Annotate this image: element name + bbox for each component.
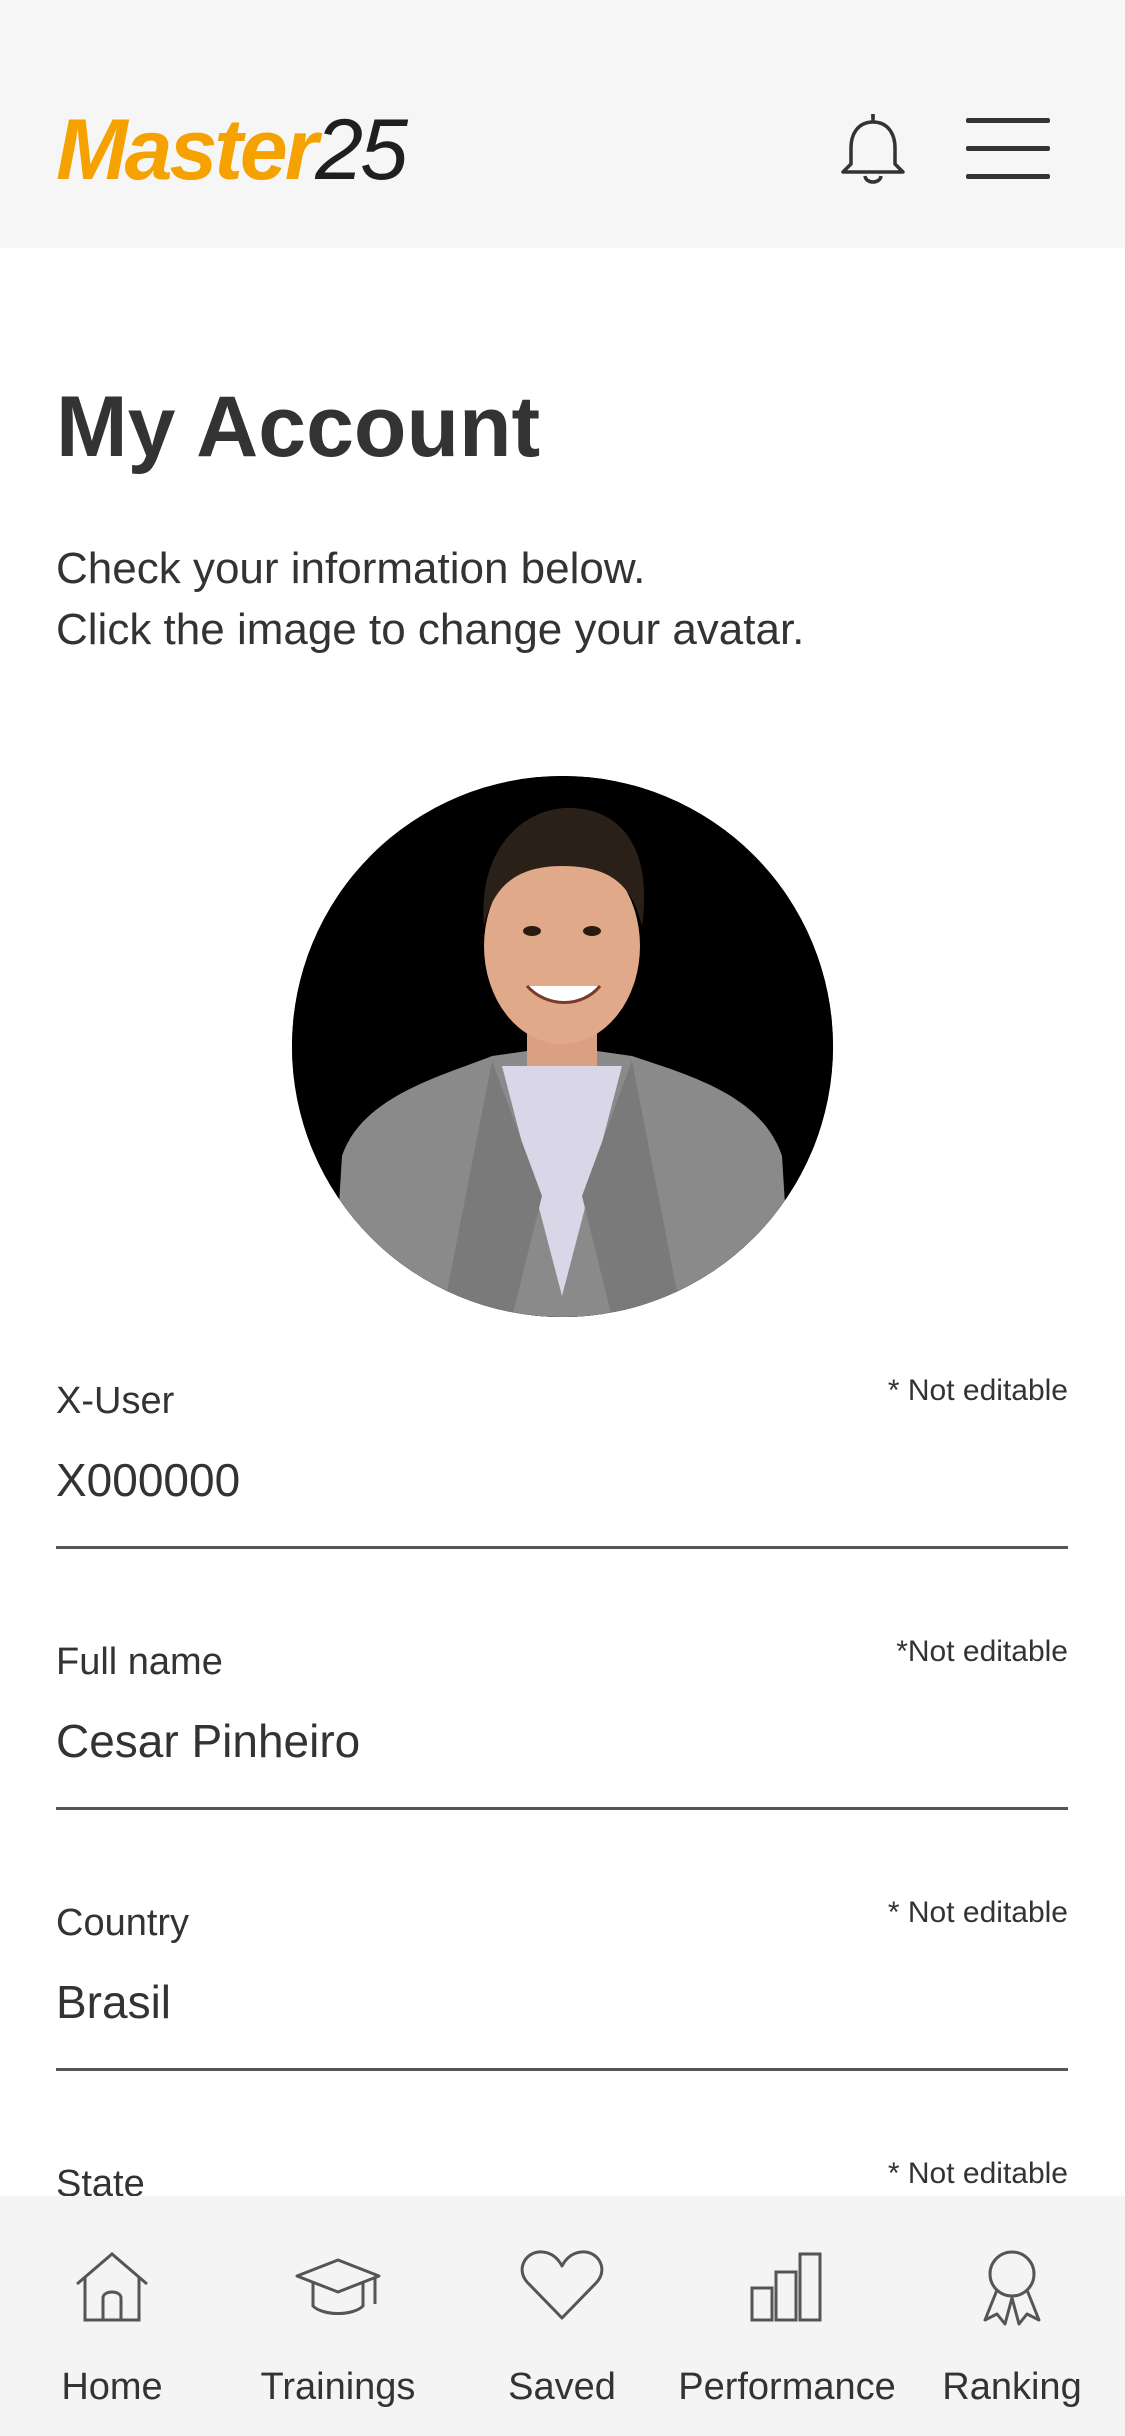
field-label: Country xyxy=(56,1902,190,1944)
heart-icon xyxy=(520,2250,604,2320)
bar-chart-icon xyxy=(750,2252,822,2322)
field-label: X-User xyxy=(56,1380,175,1422)
tab-saved[interactable]: Saved xyxy=(452,2196,672,2436)
country-field: Country * Not editable xyxy=(56,1896,1068,2082)
x-user-field: X-User * Not editable xyxy=(56,1374,1068,1560)
graduation-cap-icon xyxy=(295,2258,381,2315)
award-ribbon-icon xyxy=(983,2250,1041,2326)
user-photo-avatar xyxy=(292,776,833,1317)
hamburger-menu-button[interactable] xyxy=(960,112,1050,182)
logo-text-25: 25 xyxy=(315,102,408,198)
notifications-button[interactable] xyxy=(838,112,908,188)
app-header: Master25 xyxy=(0,0,1125,248)
tab-home[interactable]: Home xyxy=(2,2196,222,2436)
page-subtitle: Check your information below. Click the … xyxy=(56,538,1056,660)
master25-logo[interactable]: Master25 xyxy=(56,100,408,200)
not-editable-note: * Not editable xyxy=(887,2157,1068,2190)
x-user-input[interactable] xyxy=(56,1450,1068,1510)
tab-label: Home xyxy=(61,2366,163,2408)
tab-ranking[interactable]: Ranking xyxy=(902,2196,1122,2436)
tab-performance[interactable]: Performance xyxy=(677,2196,897,2436)
tab-label: Trainings xyxy=(260,2366,416,2408)
avatar-image[interactable] xyxy=(292,776,833,1317)
subtitle-line-1: Check your information below. xyxy=(56,544,646,593)
tab-label: Performance xyxy=(678,2366,896,2408)
full-name-field: Full name *Not editable xyxy=(56,1635,1068,1821)
full-name-input[interactable] xyxy=(56,1711,1068,1771)
tab-label: Saved xyxy=(508,2366,616,2408)
hamburger-bar xyxy=(966,174,1050,179)
page-title: My Account xyxy=(56,379,541,475)
not-editable-note: * Not editable xyxy=(887,1374,1068,1407)
subtitle-line-2: Click the image to change your avatar. xyxy=(56,605,805,654)
hamburger-bar xyxy=(966,146,1050,151)
not-editable-note: *Not editable xyxy=(896,1635,1068,1668)
home-icon xyxy=(76,2252,148,2322)
field-underline xyxy=(56,1546,1068,1549)
bottom-tab-bar: Home Trainings Saved Performance Ranking xyxy=(0,2196,1125,2436)
hamburger-menu-icon xyxy=(966,118,1050,123)
tab-label: Ranking xyxy=(942,2366,1082,2408)
tab-trainings[interactable]: Trainings xyxy=(228,2196,448,2436)
bell-icon xyxy=(841,114,905,184)
not-editable-note: * Not editable xyxy=(887,1896,1068,1929)
country-input[interactable] xyxy=(56,1972,1068,2032)
field-underline xyxy=(56,2068,1068,2071)
field-underline xyxy=(56,1807,1068,1810)
field-label: Full name xyxy=(56,1641,223,1683)
logo-text-master: Master xyxy=(56,102,318,198)
